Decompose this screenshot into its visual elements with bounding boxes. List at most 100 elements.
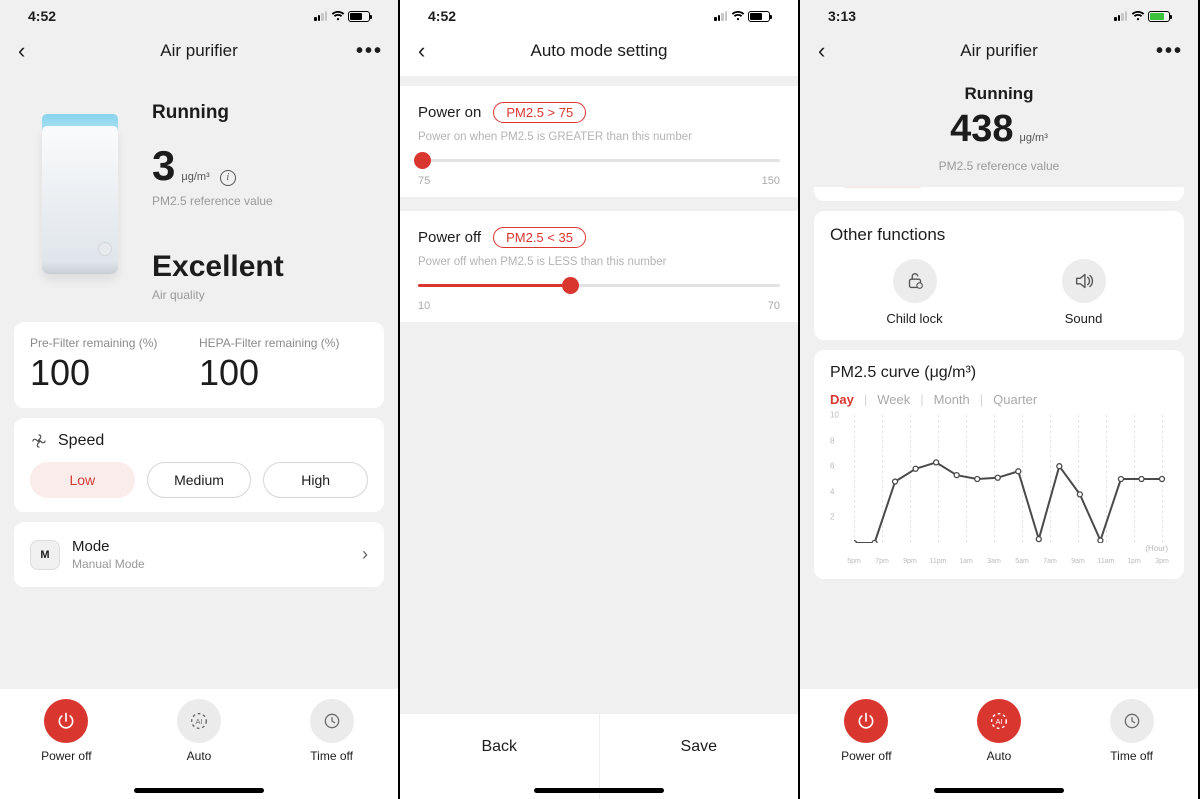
- status-label: Running: [152, 102, 380, 124]
- other-functions-card: Other functions Child lock Sound: [814, 211, 1184, 340]
- power-off-title: Power off: [418, 229, 481, 246]
- chart-title: PM2.5 curve (μg/m³): [830, 364, 1168, 382]
- status-bar: 4:52: [400, 0, 798, 24]
- power-icon: [856, 711, 876, 731]
- auto-icon: AI: [988, 710, 1010, 732]
- status-label: Running: [800, 84, 1198, 104]
- more-button[interactable]: •••: [1156, 40, 1180, 63]
- save-bar: Back Save: [400, 713, 798, 799]
- partial-card-edge: [814, 187, 1184, 201]
- auto-button[interactable]: AI: [177, 699, 221, 743]
- power-off-label: Power off: [21, 749, 111, 763]
- status-time: 4:52: [28, 8, 56, 24]
- speed-medium-button[interactable]: Medium: [147, 462, 252, 498]
- back-button[interactable]: ‹: [18, 38, 42, 64]
- timer-button[interactable]: [310, 699, 354, 743]
- mode-icon: M: [30, 540, 60, 570]
- back-text-button[interactable]: Back: [400, 714, 599, 799]
- power-on-slider[interactable]: [418, 149, 780, 173]
- timer-label: Time off: [287, 749, 377, 763]
- clock-icon: [322, 711, 342, 731]
- child-lock-button[interactable]: [893, 259, 937, 303]
- page-title: Air purifier: [842, 41, 1156, 61]
- pm-unit: μg/m³: [1020, 132, 1048, 144]
- power-off-chip: PM2.5 < 35: [493, 227, 586, 248]
- wifi-icon: [731, 11, 745, 21]
- back-button[interactable]: ‹: [418, 38, 442, 64]
- timer-button[interactable]: [1110, 699, 1154, 743]
- status-bar: 4:52: [0, 0, 398, 24]
- sound-label: Sound: [1024, 311, 1144, 326]
- svg-text:AI: AI: [996, 717, 1003, 726]
- tab-week[interactable]: Week: [877, 392, 910, 407]
- speed-label: Speed: [58, 432, 104, 450]
- auto-button[interactable]: AI: [977, 699, 1021, 743]
- nav-bar: ‹ Air purifier •••: [800, 24, 1198, 76]
- tab-day[interactable]: Day: [830, 392, 854, 407]
- pm-ref-label: PM2.5 reference value: [800, 159, 1198, 173]
- slider-thumb[interactable]: [562, 277, 579, 294]
- hepa-filter-value: 100: [199, 352, 368, 394]
- mode-subtitle: Manual Mode: [72, 557, 350, 571]
- device-hero: Running 438 μg/m³ PM2.5 reference value: [800, 76, 1198, 187]
- pre-filter-label: Pre-Filter remaining (%): [30, 336, 199, 350]
- bottom-bar: Power off AI Auto Time off: [800, 689, 1198, 799]
- speed-card: Speed Low Medium High: [14, 418, 384, 512]
- chart-hour-label: (Hour): [1145, 544, 1168, 553]
- chart-tabs: Day | Week | Month | Quarter: [830, 392, 1168, 407]
- tab-quarter[interactable]: Quarter: [993, 392, 1037, 407]
- save-button[interactable]: Save: [599, 714, 799, 799]
- hepa-filter-label: HEPA-Filter remaining (%): [199, 336, 368, 350]
- pm-unit: μg/m³: [181, 171, 209, 183]
- back-button[interactable]: ‹: [818, 38, 842, 64]
- power-on-section: Power on PM2.5 > 75 Power on when PM2.5 …: [400, 86, 798, 197]
- power-off-button[interactable]: [844, 699, 888, 743]
- power-off-desc: Power off when PM2.5 is LESS than this n…: [418, 256, 780, 268]
- power-off-button[interactable]: [44, 699, 88, 743]
- slider-thumb[interactable]: [414, 152, 431, 169]
- battery-charging-icon: [1148, 11, 1170, 22]
- auto-label: Auto: [154, 749, 244, 763]
- fan-icon: [30, 432, 48, 450]
- lock-icon: [904, 270, 926, 292]
- auto-label: Auto: [954, 749, 1044, 763]
- device-hero: Running 3 μg/m³ i PM2.5 reference value …: [0, 76, 398, 312]
- power-off-min: 10: [418, 300, 430, 312]
- page-title: Air purifier: [42, 41, 356, 61]
- quality-label: Air quality: [152, 288, 380, 302]
- info-icon[interactable]: i: [220, 170, 236, 186]
- more-button[interactable]: •••: [356, 40, 380, 63]
- power-on-title: Power on: [418, 104, 481, 121]
- mode-card[interactable]: M Mode Manual Mode ›: [14, 522, 384, 587]
- status-time: 4:52: [428, 8, 456, 24]
- power-on-chip: PM2.5 > 75: [493, 102, 586, 123]
- pre-filter-value: 100: [30, 352, 199, 394]
- power-off-slider[interactable]: [418, 274, 780, 298]
- power-on-min: 75: [418, 175, 430, 187]
- speed-low-button[interactable]: Low: [30, 462, 135, 498]
- timer-label: Time off: [1087, 749, 1177, 763]
- power-off-max: 70: [768, 300, 780, 312]
- wifi-icon: [1131, 11, 1145, 21]
- chevron-right-icon: ›: [362, 544, 368, 565]
- wifi-icon: [331, 11, 345, 21]
- svg-text:AI: AI: [196, 717, 203, 726]
- nav-bar: ‹ Auto mode setting: [400, 24, 798, 76]
- home-indicator: [134, 788, 264, 793]
- pm-value: 438: [950, 108, 1013, 151]
- mode-title: Mode: [72, 538, 350, 555]
- battery-icon: [748, 11, 770, 22]
- nav-bar: ‹ Air purifier •••: [0, 24, 398, 76]
- cellular-icon: [1114, 8, 1128, 24]
- bottom-bar: Power off AI Auto Time off: [0, 689, 398, 799]
- battery-icon: [348, 11, 370, 22]
- speed-high-button[interactable]: High: [263, 462, 368, 498]
- status-bar: 3:13: [800, 0, 1198, 24]
- tab-month[interactable]: Month: [934, 392, 970, 407]
- clock-icon: [1122, 711, 1142, 731]
- sound-button[interactable]: [1062, 259, 1106, 303]
- status-time: 3:13: [828, 8, 856, 24]
- quality-value: Excellent: [152, 250, 380, 284]
- cellular-icon: [314, 8, 328, 24]
- pm-ref-label: PM2.5 reference value: [152, 194, 380, 208]
